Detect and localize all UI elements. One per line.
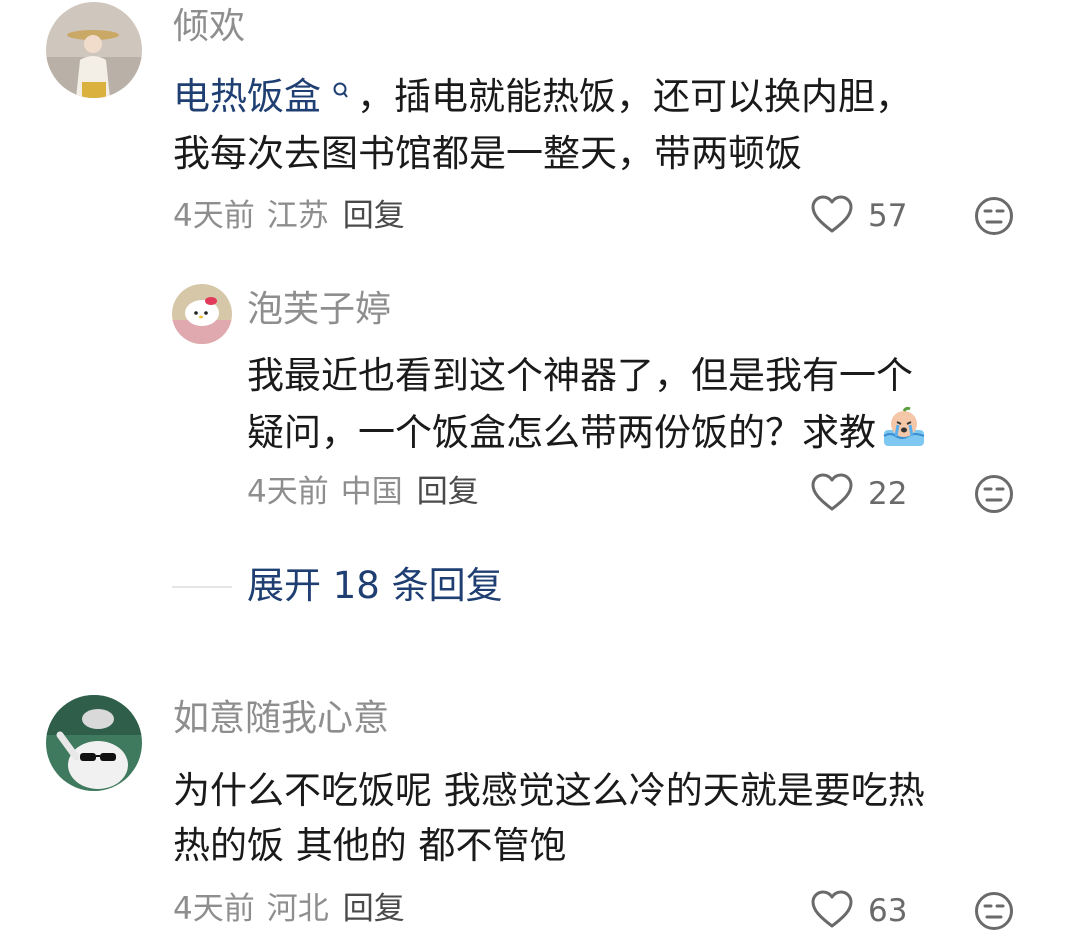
location: 江苏 — [266, 198, 329, 234]
location: 河北 — [266, 891, 329, 927]
avatar[interactable] — [46, 2, 142, 98]
like-count: 63 — [868, 893, 908, 929]
username[interactable]: 倾欢 — [173, 5, 245, 49]
like-button[interactable]: 22 — [810, 472, 907, 516]
divider — [172, 586, 232, 588]
neutral-face-icon[interactable] — [974, 891, 1014, 935]
heart-outline-icon — [810, 472, 854, 516]
heart-outline-icon — [810, 194, 854, 238]
comment-meta: 4天前 江苏 回复 — [173, 196, 405, 236]
like-count: 22 — [868, 476, 908, 512]
reply-button[interactable]: 回复 — [417, 474, 479, 510]
comment-meta: 4天前 中国 回复 — [247, 472, 479, 512]
comment-body-line: 我每次去图书馆都是一整天，带两顿饭 — [173, 132, 802, 175]
like-count: 57 — [868, 198, 908, 234]
comment-body-line: 热的饭 其他的 都不管饱 — [173, 824, 567, 867]
product-link[interactable]: 电热饭盒 — [173, 75, 357, 118]
timestamp: 4天前 — [173, 891, 255, 927]
username[interactable]: 如意随我心意 — [173, 697, 389, 741]
heart-outline-icon — [810, 889, 854, 933]
timestamp: 4天前 — [247, 474, 329, 510]
reply-button[interactable]: 回复 — [343, 198, 405, 234]
crying-sticker-icon — [880, 406, 928, 464]
neutral-face-icon[interactable] — [974, 474, 1014, 518]
comment-body: 疑问，一个饭盒怎么带两份饭的？求教 — [247, 404, 928, 464]
comment-meta: 4天前 河北 回复 — [173, 889, 405, 929]
comment-body-line: 我最近也看到这个神器了，但是我有一个 — [247, 354, 913, 397]
avatar[interactable] — [46, 695, 142, 791]
avatar[interactable] — [172, 284, 232, 344]
like-button[interactable]: 57 — [810, 194, 907, 238]
comment-body-line: 为什么不吃饭呢 我感觉这么冷的天就是要吃热 — [173, 769, 925, 812]
expand-replies-button[interactable]: 展开 18 条回复 — [247, 564, 503, 608]
comment-body: 电热饭盒 ，插电就能热饭，还可以换内胆， — [173, 75, 912, 118]
reply-button[interactable]: 回复 — [343, 891, 405, 927]
location: 中国 — [340, 474, 403, 510]
search-icon — [325, 82, 357, 107]
like-button[interactable]: 63 — [810, 889, 907, 933]
username[interactable]: 泡芙子婷 — [247, 288, 391, 332]
neutral-face-icon[interactable] — [974, 196, 1014, 240]
timestamp: 4天前 — [173, 198, 255, 234]
